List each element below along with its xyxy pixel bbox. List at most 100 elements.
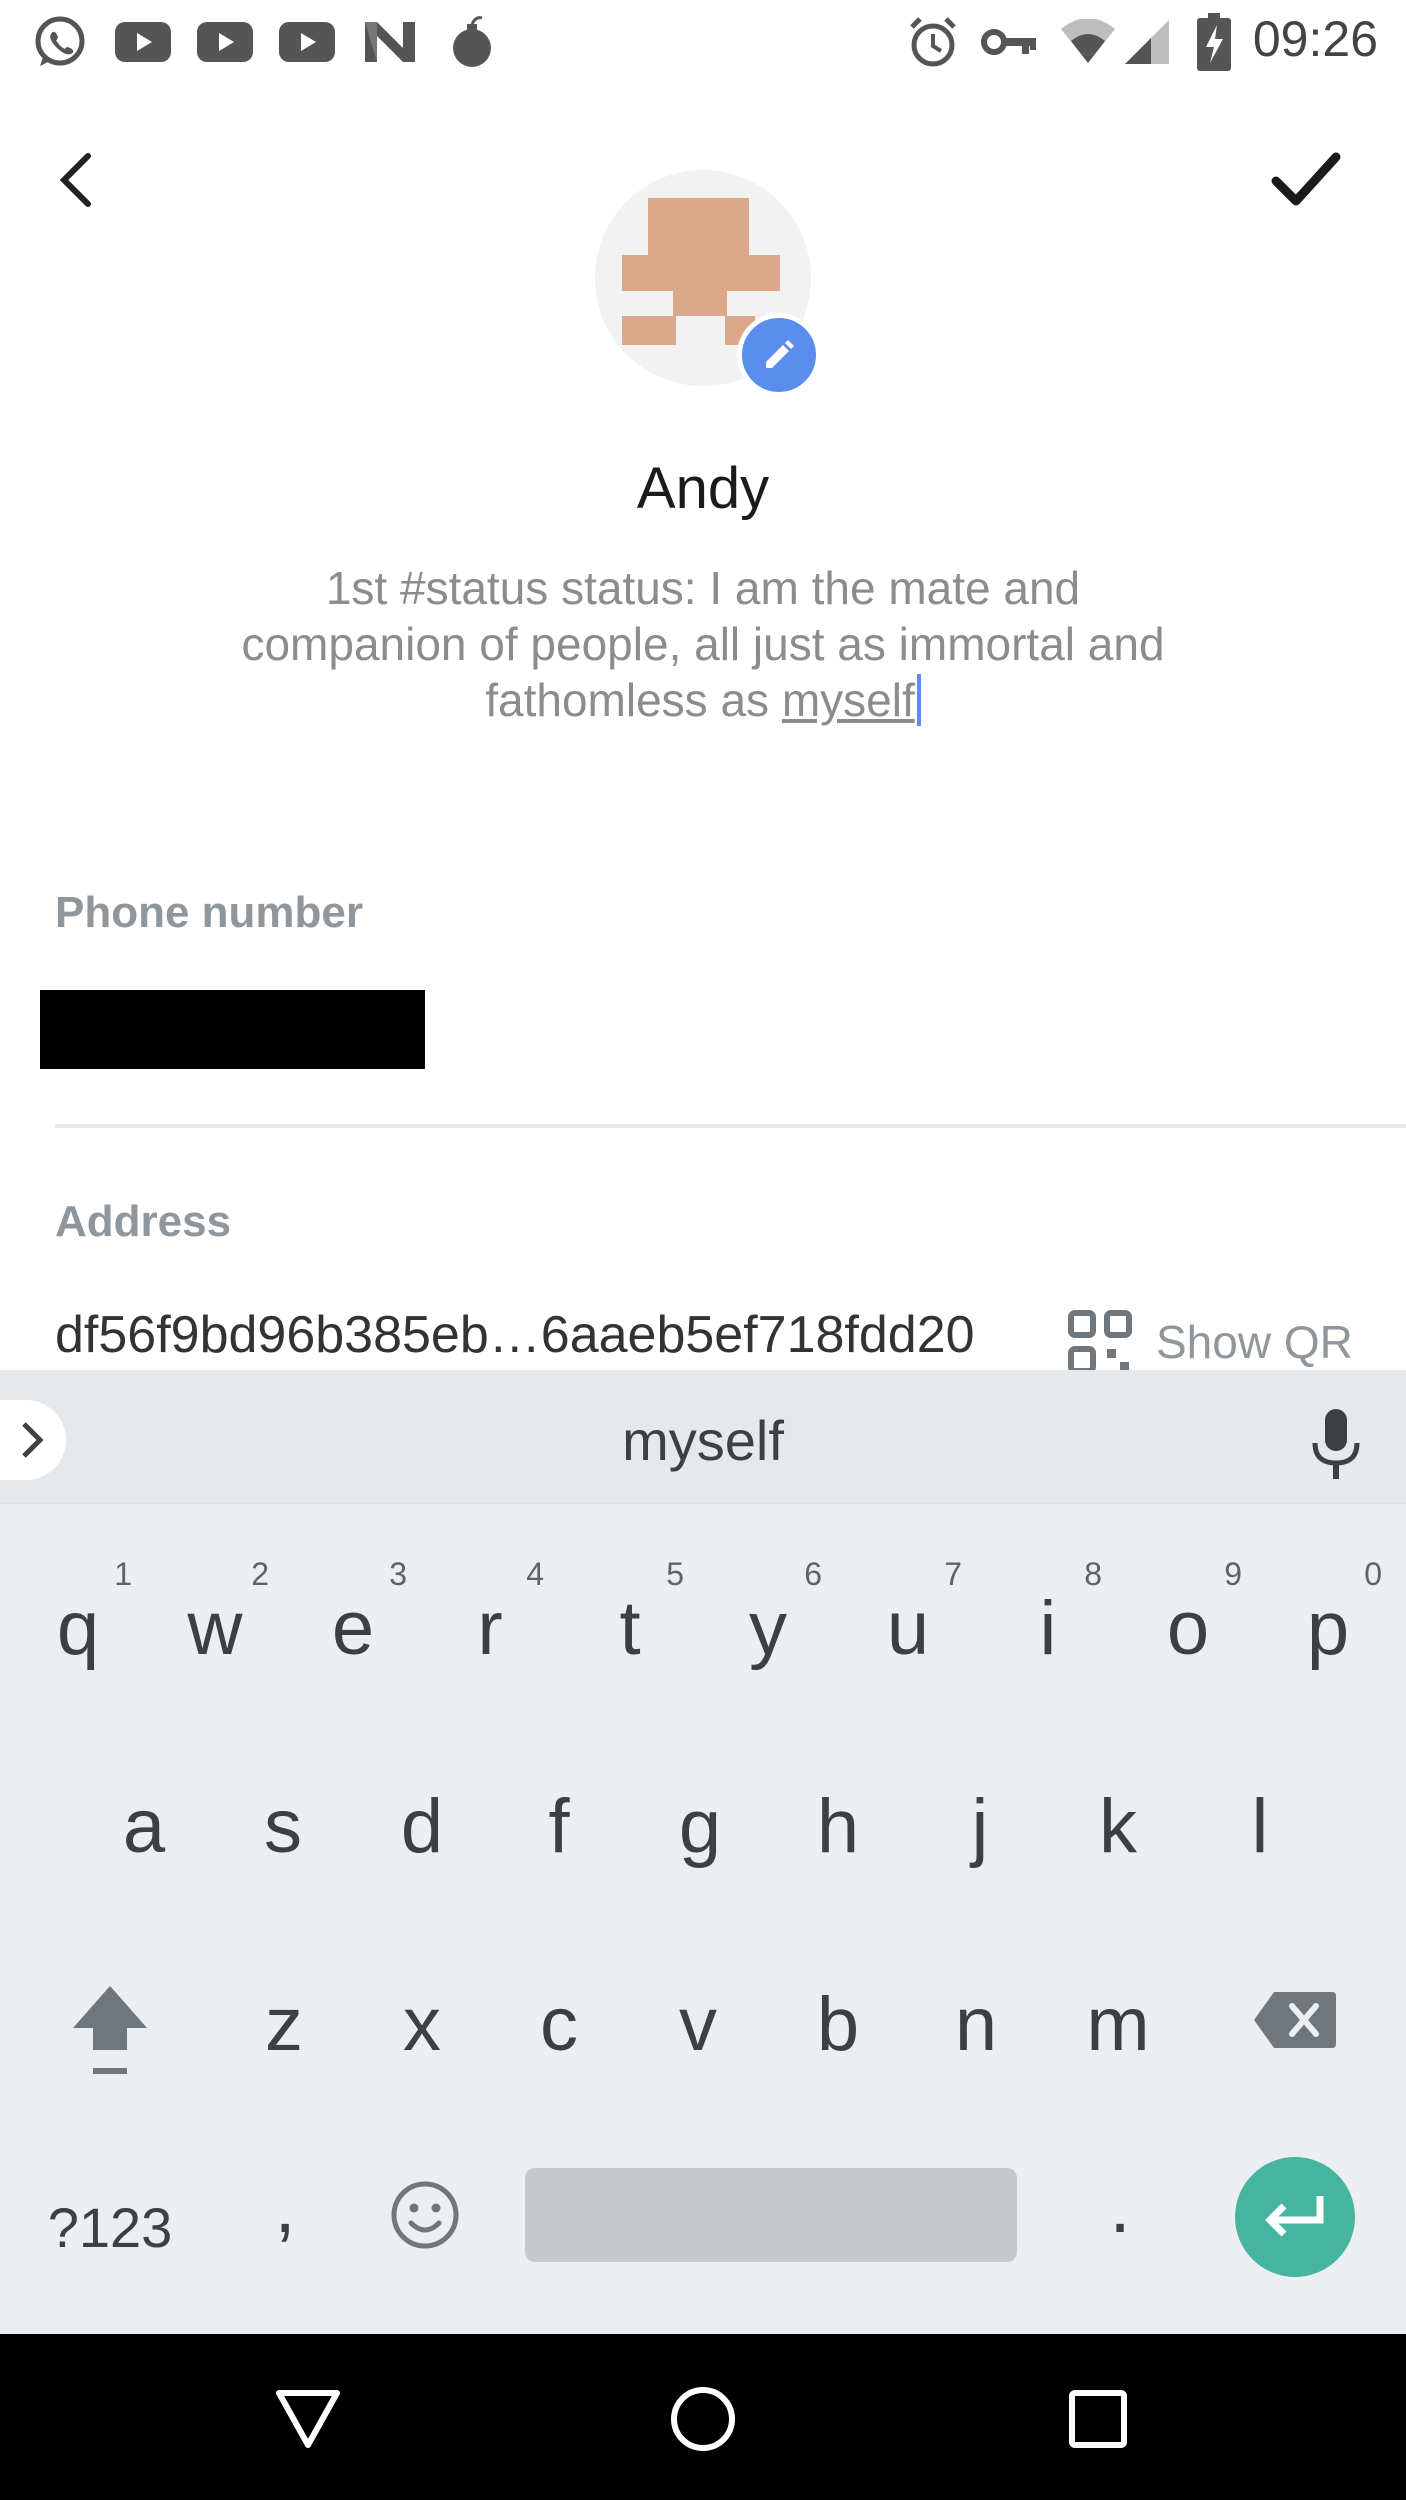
key-y[interactable]: y6 (708, 1552, 828, 1672)
key-f[interactable]: f (499, 1750, 619, 1870)
backspace-key[interactable] (1250, 1970, 1338, 2070)
key-label: w (187, 1586, 243, 1671)
triangle-back-icon (276, 2390, 340, 2448)
wifi-icon (1058, 14, 1118, 70)
save-button[interactable] (1266, 145, 1346, 215)
key-label: d (400, 1784, 444, 1869)
key-number-hint: 5 (666, 1556, 684, 1592)
key-r[interactable]: r4 (430, 1552, 550, 1672)
n-app-icon (360, 14, 420, 70)
phone-number-label: Phone number (55, 888, 364, 937)
battery-charging-icon (1194, 13, 1234, 71)
youtube-icon (112, 14, 174, 70)
enter-arrow-icon (1265, 2196, 1324, 2237)
key-u[interactable]: u7 (848, 1552, 968, 1672)
key-label: v (679, 1982, 717, 2067)
vpn-key-icon (978, 14, 1040, 70)
key-q[interactable]: q1 (18, 1552, 138, 1672)
edit-avatar-button[interactable] (737, 313, 821, 397)
key-label: k (1099, 1784, 1137, 1869)
key-label: i (1039, 1586, 1057, 1671)
microphone-icon (1312, 1409, 1360, 1479)
key-label: f (548, 1784, 570, 1869)
key-s[interactable]: s (223, 1750, 343, 1870)
status-composing-word: myself (781, 674, 915, 726)
key-label: j (971, 1784, 989, 1869)
address-value[interactable]: df56f9bd96b385eb…6aaeb5ef718fdd20 (55, 1305, 975, 1365)
whatsapp-icon (28, 14, 92, 70)
key-e[interactable]: e3 (293, 1552, 413, 1672)
divider (55, 1124, 1406, 1128)
key-label: a (122, 1784, 166, 1869)
back-button[interactable] (48, 140, 108, 220)
key-label: n (954, 1982, 998, 2067)
show-qr-button[interactable]: Show QR (1068, 1308, 1353, 1376)
key-b[interactable]: b (778, 1948, 898, 2068)
key-label: q (56, 1586, 100, 1671)
key-v[interactable]: v (638, 1948, 758, 2068)
key-label: z (265, 1982, 303, 2067)
key-z[interactable]: z (224, 1948, 344, 2068)
key-k[interactable]: k (1058, 1750, 1178, 1870)
key-number-hint: 3 (389, 1556, 407, 1592)
key-o[interactable]: o9 (1128, 1552, 1248, 1672)
key-number-hint: 4 (526, 1556, 544, 1592)
status-text-prefix: 1st #status status: I am the mate and co… (241, 562, 1165, 726)
status-input[interactable]: 1st #status status: I am the mate and co… (240, 560, 1166, 728)
key-label: c (540, 1982, 578, 2067)
key-g[interactable]: g (640, 1750, 760, 1870)
cell-signal-icon (1122, 14, 1172, 70)
key-h[interactable]: h (778, 1750, 898, 1870)
key-x[interactable]: x (362, 1948, 482, 2068)
checkmark-icon (1271, 152, 1341, 206)
alarm-icon (904, 14, 962, 70)
space-key[interactable] (525, 2168, 1017, 2262)
navigation-bar (0, 2334, 1406, 2500)
key-w[interactable]: w2 (155, 1552, 275, 1672)
circle-home-icon (671, 2387, 735, 2451)
enter-key[interactable] (1235, 2157, 1355, 2277)
key-number-hint: 1 (114, 1556, 132, 1592)
nav-home-button[interactable] (658, 2374, 748, 2464)
profile-name[interactable]: Andy (0, 455, 1406, 522)
voice-input-button[interactable] (1306, 1405, 1366, 1485)
smiley-icon (391, 2181, 459, 2249)
key-d[interactable]: d (362, 1750, 482, 1870)
key-c[interactable]: c (499, 1948, 619, 2068)
key-label: s (264, 1784, 302, 1869)
shift-arrow-icon (73, 1986, 147, 2074)
suggestion-bar: myself (0, 1370, 1406, 1504)
key-p[interactable]: p0 (1268, 1552, 1388, 1672)
key-label: o (1166, 1586, 1210, 1671)
key-number-hint: 0 (1364, 1556, 1382, 1592)
period-key[interactable]: . (1090, 2160, 1150, 2250)
key-label: p (1306, 1586, 1350, 1671)
key-m[interactable]: m (1058, 1948, 1178, 2068)
symbols-key[interactable]: ?123 (40, 2170, 180, 2260)
key-t[interactable]: t5 (570, 1552, 690, 1672)
status-bar: 09:26 (0, 0, 1406, 84)
square-recents-icon (1069, 2390, 1127, 2448)
pencil-icon (766, 340, 794, 368)
key-label: h (816, 1784, 860, 1869)
qr-code-icon (1068, 1310, 1132, 1374)
key-l[interactable]: l (1200, 1750, 1320, 1870)
comma-key[interactable]: , (255, 2160, 315, 2250)
key-j[interactable]: j (920, 1750, 1040, 1870)
suggestion-word[interactable]: myself (0, 1408, 1406, 1473)
bomb-icon (444, 14, 500, 70)
youtube-icon (276, 14, 338, 70)
text-cursor (916, 674, 921, 726)
nav-recents-button[interactable] (1053, 2374, 1143, 2464)
backspace-icon (1254, 1992, 1336, 2048)
key-i[interactable]: i8 (988, 1552, 1108, 1672)
emoji-key[interactable] (385, 2175, 465, 2255)
nav-back-button[interactable] (263, 2374, 353, 2464)
soft-keyboard: myself q1w2e3r4t5y6u7i8o9p0asdfghjklzxcv… (0, 1370, 1406, 2334)
shift-key[interactable] (60, 1970, 160, 2080)
key-a[interactable]: a (84, 1750, 204, 1870)
key-label: g (678, 1784, 722, 1869)
key-label: e (331, 1586, 375, 1671)
key-number-hint: 6 (804, 1556, 822, 1592)
key-n[interactable]: n (916, 1948, 1036, 2068)
